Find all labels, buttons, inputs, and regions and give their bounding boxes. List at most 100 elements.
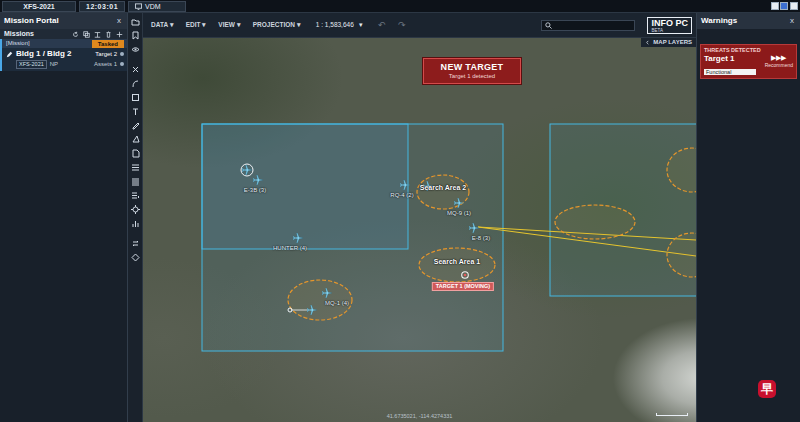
undo-button[interactable]: ↶ <box>378 20 386 31</box>
pencil-icon[interactable] <box>6 51 13 58</box>
monitor-icon <box>135 3 142 10</box>
threat-header: THREATS DETECTED <box>704 47 793 54</box>
asset-label: HUNTER (4) <box>273 245 307 252</box>
map-canvas[interactable]: MAP LAYERS 41.6735021, -114.4274331 E-3B… <box>143 38 696 422</box>
aircraft-icon[interactable] <box>454 198 465 209</box>
mission-name: Bldg 1 / Bldg 2 <box>16 49 92 59</box>
eye-icon[interactable] <box>131 45 140 54</box>
target-count: Target 2 <box>95 51 117 58</box>
add-icon[interactable] <box>116 31 123 38</box>
document-icon[interactable] <box>131 149 140 158</box>
diamond-icon[interactable] <box>131 253 140 262</box>
asset-label: E-3B (3) <box>244 187 266 194</box>
scale-value: 1 : 1,583,646 <box>316 21 354 29</box>
curve-icon[interactable] <box>131 79 140 88</box>
menu-label: VIEW <box>218 21 235 28</box>
top-bar: XFS-2021 12:03:01 VDM <box>0 0 800 13</box>
scale-caret: ▾ <box>359 21 363 29</box>
aircraft-icon[interactable] <box>400 180 411 191</box>
menu-item[interactable]: DATA ▾ <box>151 21 174 29</box>
bookmark-icon[interactable] <box>131 31 140 40</box>
map-layers-label: MAP LAYERS <box>653 39 692 46</box>
target-marker-icon[interactable] <box>460 270 471 281</box>
recommend-label: Recommend <box>765 62 793 68</box>
search-box <box>202 124 408 249</box>
search-area-label: Search Area 1 <box>434 258 480 266</box>
window-controls <box>771 2 799 10</box>
columns-icon[interactable] <box>94 31 101 38</box>
status-badge: Tasked <box>92 40 124 48</box>
threat-name: Target 1 <box>704 54 735 64</box>
tile-icon[interactable] <box>780 2 788 10</box>
vdm-tab[interactable]: VDM <box>128 1 186 12</box>
scale-dropdown[interactable]: 1 : 1,583,646 ▾ <box>313 20 366 30</box>
search-area-ellipse <box>417 175 469 209</box>
folder-icon[interactable] <box>131 17 140 26</box>
target-icon[interactable] <box>131 205 140 214</box>
refresh-icon[interactable] <box>72 31 79 38</box>
close-button[interactable]: x <box>788 16 796 26</box>
mission-code: XFS-2021 <box>16 60 47 69</box>
recommend-arrows: ▶▶▶ <box>771 54 786 62</box>
map-scale-bar <box>656 413 688 416</box>
aircraft-icon[interactable] <box>253 175 264 186</box>
menu-item[interactable]: PROJECTION ▾ <box>253 21 301 29</box>
close-icon[interactable] <box>131 65 140 74</box>
threat-status: Functional <box>704 69 756 76</box>
tab-label: VDM <box>145 2 161 11</box>
search-area-label: Search Area 2 <box>420 184 466 192</box>
threat-row: Target 1 ▶▶▶Recommend <box>704 54 793 68</box>
map-layers-tab[interactable]: MAP LAYERS <box>641 38 696 47</box>
search-icon <box>545 22 552 29</box>
alert-title: NEW TARGET <box>426 62 518 73</box>
mission-tag-row: [Mission]Tasked <box>2 39 127 48</box>
asset-label: MQ-1 (4) <box>325 300 349 307</box>
polygon-icon[interactable] <box>131 135 140 144</box>
warnings-title: Warnings <box>701 16 737 26</box>
search-field[interactable] <box>541 20 635 31</box>
chevron-icon <box>645 40 650 45</box>
target-tag[interactable]: TARGET 1 (MOVING) <box>432 282 494 291</box>
mission-role: NP <box>50 61 91 68</box>
rectangle-icon[interactable] <box>131 93 140 102</box>
close-button[interactable]: x <box>115 16 123 26</box>
new-target-alert[interactable]: NEW TARGETTarget 1 detected <box>423 58 521 84</box>
aircraft-icon[interactable] <box>242 165 253 176</box>
alert-text: Target 1 detected <box>426 73 518 80</box>
menu-caret: ▾ <box>170 21 174 28</box>
pen-icon[interactable] <box>131 121 140 130</box>
threat-card[interactable]: THREATS DETECTEDTarget 1 ▶▶▶Recommend Func… <box>700 44 797 79</box>
swap-icon[interactable] <box>131 239 140 248</box>
watermark-logo: 早 <box>758 380 776 398</box>
info-pc-logo: INFO PC BETA <box>647 17 692 34</box>
mission-item[interactable]: [Mission]TaskedBldg 1 / Bldg 2Target 2XF… <box>0 39 127 70</box>
trash-icon[interactable] <box>105 31 112 38</box>
portal-header: Mission Portal x <box>0 13 127 29</box>
aircraft-icon[interactable] <box>307 305 318 316</box>
search-area-ellipse <box>667 148 696 192</box>
menu-icon[interactable] <box>131 163 140 172</box>
text-icon[interactable] <box>131 107 140 116</box>
menu-label: DATA <box>151 21 168 28</box>
chart-icon[interactable] <box>131 219 140 228</box>
menu-item[interactable]: VIEW ▾ <box>218 21 240 29</box>
mission-meta-row: XFS-2021NPAssets 1 <box>2 59 127 71</box>
app-name: XFS-2021 <box>2 1 76 12</box>
warnings-header: Warnings x <box>697 13 800 29</box>
recommend-button[interactable]: ▶▶▶Recommend <box>765 54 793 68</box>
redo-button[interactable]: ↷ <box>398 20 406 31</box>
menu-label: PROJECTION <box>253 21 295 28</box>
maximize-icon[interactable] <box>790 2 798 10</box>
aircraft-icon[interactable] <box>469 223 480 234</box>
copy-icon[interactable] <box>83 31 90 38</box>
layers-icon[interactable] <box>131 191 140 200</box>
menu-item[interactable]: EDIT ▾ <box>186 21 207 29</box>
restore-icon[interactable] <box>771 2 779 10</box>
aircraft-icon[interactable] <box>293 233 304 244</box>
list-icon[interactable] <box>131 177 140 186</box>
tool-strip <box>128 13 143 422</box>
warnings-panel: Warnings x THREATS DETECTEDTarget 1 ▶▶▶Re… <box>696 13 800 422</box>
mission-name-row: Bldg 1 / Bldg 2Target 2 <box>2 48 127 59</box>
aircraft-icon[interactable] <box>322 288 333 299</box>
asset-count: Assets 1 <box>94 61 117 68</box>
